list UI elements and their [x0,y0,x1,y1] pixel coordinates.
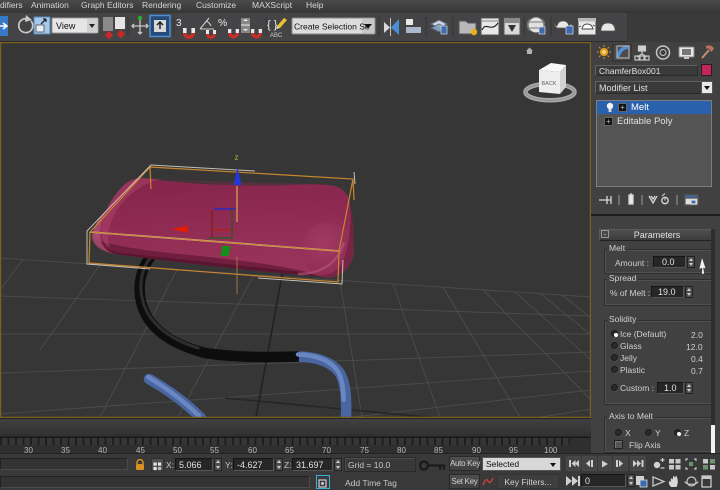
svg-text:3: 3 [176,18,182,29]
svg-text:{ }: { } [267,19,278,31]
svg-text:ABC: ABC [270,33,283,39]
svg-text:Create Selection Se: Create Selection Se [294,22,370,32]
svg-text:BACK: BACK [542,81,557,87]
svg-text:z: z [235,153,239,162]
svg-text:%: % [218,17,227,29]
svg-text:View: View [56,21,76,31]
